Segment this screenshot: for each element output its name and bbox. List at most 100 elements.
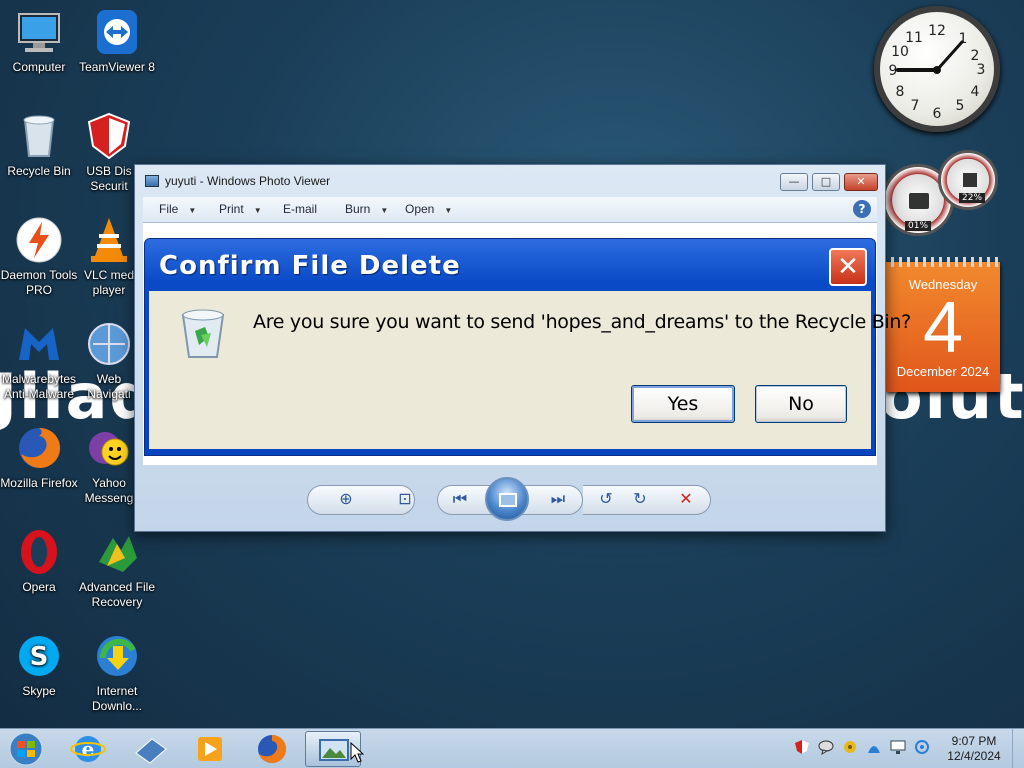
ram-icon bbox=[963, 173, 977, 187]
delete-icon[interactable]: ✕ bbox=[675, 489, 697, 508]
menu-file[interactable]: File ▼ bbox=[159, 202, 196, 216]
desktop-icon-teamviewer[interactable]: TeamViewer 8 bbox=[78, 8, 156, 75]
taskbar-time: 9:07 PM bbox=[951, 734, 997, 748]
menu-print[interactable]: Print ▼ bbox=[219, 202, 262, 216]
ram-percent: 22% bbox=[959, 193, 986, 203]
desktop-icon-vlc[interactable]: VLC med player bbox=[78, 216, 140, 298]
rotate-left-icon[interactable]: ↺ bbox=[595, 489, 617, 508]
clock-num-9: 9 bbox=[889, 63, 898, 79]
desktop-icon-opera[interactable]: Opera bbox=[0, 528, 78, 595]
clock-num-10: 10 bbox=[891, 44, 909, 60]
photo-viewer-titlebar[interactable]: yuyuti - Windows Photo Viewer — □ ✕ bbox=[135, 165, 885, 197]
opera-icon bbox=[15, 528, 63, 576]
taskbar-internet-explorer[interactable]: e bbox=[60, 731, 116, 767]
actual-size-icon[interactable]: ⊡ bbox=[394, 489, 416, 508]
calendar-month-year: December 2024 bbox=[896, 364, 990, 379]
clock-face-icon: 12 1 2 3 4 5 6 7 8 9 10 11 bbox=[889, 23, 986, 122]
menu-burn[interactable]: Burn ▼ bbox=[345, 202, 388, 216]
minimize-icon: — bbox=[788, 175, 800, 188]
windows-live-icon bbox=[135, 738, 167, 764]
clock-num-6: 6 bbox=[933, 106, 942, 122]
desktop-icon-recycle-bin[interactable]: Recycle Bin bbox=[0, 112, 78, 179]
photo-viewer-title: yuyuti - Windows Photo Viewer bbox=[165, 174, 331, 188]
teamviewer-icon bbox=[93, 8, 141, 56]
taskbar-media-player[interactable] bbox=[182, 731, 238, 767]
usb-security-icon bbox=[85, 112, 133, 160]
rotate-right-icon[interactable]: ↻ bbox=[629, 489, 651, 508]
skype-icon: S bbox=[15, 632, 63, 680]
ram-meter-gadget[interactable]: 22% bbox=[938, 150, 998, 210]
clock-num-12: 12 bbox=[928, 23, 946, 39]
clock-num-5: 5 bbox=[956, 98, 965, 114]
desktop-icon-web-navigator[interactable]: Web Navigati bbox=[78, 320, 140, 402]
media-player-icon bbox=[198, 737, 222, 761]
minimize-button[interactable]: — bbox=[780, 173, 808, 191]
cpu-icon bbox=[909, 193, 929, 209]
photo-viewer-menubar: File ▼ Print ▼ E-mail Burn ▼ Open ▼ ? bbox=[143, 197, 877, 223]
network-icon[interactable] bbox=[866, 739, 882, 755]
calendar-rings bbox=[886, 257, 1000, 267]
zoom-icon[interactable]: ⊕ bbox=[335, 489, 357, 508]
desktop-icon-firefox[interactable]: Mozilla Firefox bbox=[0, 424, 78, 491]
recycle-bin-icon bbox=[15, 112, 63, 160]
desktop-icon-advanced-file-recovery[interactable]: Advanced File Recovery bbox=[78, 528, 156, 610]
taskbar-clock[interactable]: 9:07 PM 12/4/2024 bbox=[940, 734, 1008, 764]
security-shield-icon[interactable] bbox=[794, 739, 810, 755]
close-icon: ✕ bbox=[856, 175, 866, 188]
slideshow-button[interactable] bbox=[485, 477, 529, 521]
windows-logo-icon bbox=[9, 732, 43, 766]
start-button[interactable] bbox=[4, 731, 48, 767]
help-icon[interactable]: ? bbox=[853, 200, 871, 218]
slideshow-icon bbox=[499, 493, 517, 507]
firefox-icon bbox=[15, 424, 63, 472]
dialog-body: Are you sure you want to send 'hopes_and… bbox=[149, 291, 911, 449]
photo-viewer-toolbar: ⊕ ⊡ ⏮ ⏭ ↺ ↻ ✕ bbox=[307, 477, 713, 521]
taskbar-date: 12/4/2024 bbox=[947, 749, 1001, 763]
maximize-button[interactable]: □ bbox=[812, 173, 840, 191]
desktop-icon-daemon-tools[interactable]: Daemon Tools PRO bbox=[0, 216, 78, 298]
chevron-down-icon: ▼ bbox=[444, 206, 453, 215]
dialog-message: Are you sure you want to send 'hopes_and… bbox=[253, 311, 911, 333]
close-icon: ✕ bbox=[837, 252, 859, 282]
confirm-delete-dialog[interactable]: Confirm File Delete ✕ Are you sure you w… bbox=[144, 238, 911, 456]
no-button[interactable]: No bbox=[755, 385, 847, 423]
malwarebytes-icon bbox=[15, 320, 63, 368]
previous-icon[interactable]: ⏮ bbox=[449, 489, 471, 509]
menu-email[interactable]: E-mail bbox=[283, 202, 317, 216]
desktop-icon-computer[interactable]: Computer bbox=[0, 8, 78, 75]
clock-num-11: 11 bbox=[905, 30, 923, 46]
chevron-down-icon: ▼ bbox=[188, 206, 197, 215]
desktop-icon-malwarebytes[interactable]: Malwarebytes Anti-Malware bbox=[0, 320, 78, 402]
web-navigator-icon bbox=[85, 320, 133, 368]
desktop-icon-yahoo-messenger[interactable]: Yahoo Messeng bbox=[78, 424, 140, 506]
menu-open[interactable]: Open ▼ bbox=[405, 202, 452, 216]
tool-icon[interactable] bbox=[842, 739, 858, 755]
window-close-button[interactable]: ✕ bbox=[844, 173, 878, 191]
file-recovery-icon bbox=[93, 528, 141, 576]
cpu-percent: 01% bbox=[905, 221, 932, 231]
dialog-close-button[interactable]: ✕ bbox=[829, 248, 867, 286]
taskbar-windows-live[interactable] bbox=[122, 731, 178, 767]
desktop-icon-usb-security[interactable]: USB Dis Securit bbox=[78, 112, 140, 194]
display-icon[interactable] bbox=[890, 739, 906, 755]
chevron-down-icon: ▼ bbox=[253, 206, 262, 215]
daemon-tools-icon bbox=[15, 216, 63, 264]
show-desktop-button[interactable] bbox=[1012, 729, 1024, 768]
svg-text:S: S bbox=[30, 642, 49, 672]
svg-text:e: e bbox=[82, 737, 95, 761]
clock-gadget[interactable]: 12 1 2 3 4 5 6 7 8 9 10 11 bbox=[874, 6, 1000, 132]
desktop-icon-internet-download-manager[interactable]: Internet Downlo... bbox=[78, 632, 156, 714]
taskbar: e 9:07 PM 12/4/2024 bbox=[0, 728, 1024, 768]
internet-download-manager-icon bbox=[93, 632, 141, 680]
internet-explorer-icon: e bbox=[70, 736, 106, 762]
sync-icon[interactable] bbox=[914, 739, 930, 755]
desktop-icon-skype[interactable]: S Skype bbox=[0, 632, 78, 699]
taskbar-firefox[interactable] bbox=[244, 731, 300, 767]
clock-num-7: 7 bbox=[911, 98, 920, 114]
next-icon[interactable]: ⏭ bbox=[547, 489, 569, 509]
clock-num-8: 8 bbox=[896, 84, 905, 100]
firefox-icon bbox=[258, 734, 287, 763]
vlc-icon bbox=[85, 216, 133, 264]
messenger-icon[interactable] bbox=[818, 739, 834, 756]
yes-button[interactable]: Yes bbox=[631, 385, 735, 423]
